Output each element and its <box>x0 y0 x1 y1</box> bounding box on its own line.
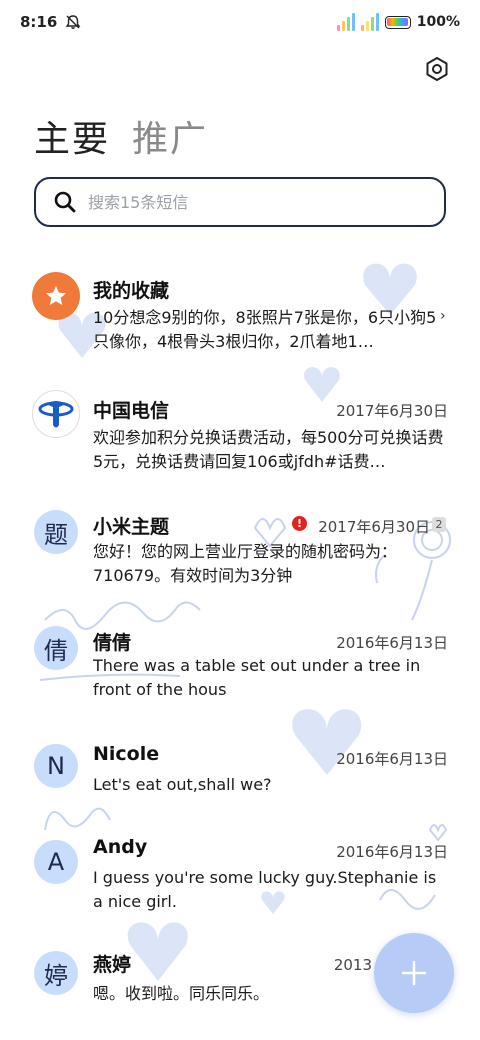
settings-button[interactable] <box>420 52 454 86</box>
plus-icon <box>401 960 427 986</box>
conversation-preview: 欢迎参加积分兑换话费活动，每500分可兑换话费5元，兑换话费请回复106或jfd… <box>93 428 444 471</box>
tab-primary[interactable]: 主要 <box>34 110 110 162</box>
avatar: 倩 <box>34 626 78 670</box>
list-item-andy[interactable]: A Andy 2016年6月13日 I guess you're some lu… <box>0 828 480 928</box>
conversation-name: 小米主题 <box>93 516 170 538</box>
conversation-preview: 10分想念9别的你，8张照片7张是你，6只小狗5只像你，4根骨头3根归你，2爪着… <box>93 308 437 351</box>
conversation-date: 2013 <box>333 956 372 974</box>
signal-icon-2 <box>360 13 379 31</box>
settings-icon <box>426 57 448 81</box>
avatar: A <box>34 840 78 884</box>
conversation-preview: Let's eat out,shall we? <box>93 775 272 794</box>
favorites-avatar <box>32 272 80 320</box>
conversation-date: 2017年6月30日 <box>336 402 448 420</box>
chevron-right-icon: › <box>440 308 446 324</box>
list-item-nicole[interactable]: N Nicole 2016年6月13日 Let's eat out,shall … <box>0 732 480 812</box>
conversation-date: 2016年6月13日 <box>336 750 448 768</box>
conversation-name: 燕婷 <box>93 954 132 976</box>
avatar: 题 <box>34 510 78 554</box>
star-icon <box>46 286 66 305</box>
china-telecom-logo <box>38 401 74 428</box>
signal-icon <box>336 13 355 31</box>
battery-percent: 100% <box>416 14 460 30</box>
conversation-name: 中国电信 <box>93 400 170 422</box>
tab-bar: 主要 推广 <box>34 110 208 162</box>
conversation-preview: There was a table set out under a tree i… <box>93 656 421 699</box>
conversation-preview: 您好！您的网上营业厅登录的随机密码为：710679。有效时间为3分钟 <box>93 542 398 585</box>
search-input[interactable] <box>88 192 408 212</box>
mute-bell-icon <box>65 14 81 30</box>
error-alert-icon: ! <box>292 516 307 531</box>
tab-promotions[interactable]: 推广 <box>132 110 208 162</box>
list-item-favorites[interactable]: 我的收藏 10分想念9别的你，8张照片7张是你，6只小狗5只像你，4根骨头3根归… <box>0 258 480 368</box>
message-count-badge: 2 <box>432 517 446 532</box>
conversation-name: 倩倩 <box>93 632 132 654</box>
status-time: 8:16 <box>20 13 58 31</box>
search-icon <box>54 191 76 213</box>
conversation-date: 2016年6月13日 <box>336 843 448 861</box>
list-item-xiaomi-themes[interactable]: 题 小米主题 ! 2017年6月30日 2 您好！您的网上营业厅登录的随机密码为… <box>0 496 480 596</box>
china-telecom-avatar <box>32 390 80 438</box>
status-bar: 8:16 100% <box>0 0 480 44</box>
conversation-name: Nicole <box>93 743 160 765</box>
search-bar[interactable] <box>34 177 446 227</box>
conversation-name: 我的收藏 <box>93 280 170 302</box>
conversation-date: 2017年6月30日 <box>318 518 430 536</box>
conversation-name: Andy <box>93 836 148 858</box>
avatar: 婷 <box>34 951 78 995</box>
list-item-china-telecom[interactable]: 中国电信 2017年6月30日 欢迎参加积分兑换话费活动，每500分可兑换话费5… <box>0 378 480 488</box>
new-message-button[interactable] <box>374 933 454 1013</box>
conversation-preview: I guess you're some lucky guy.Stephanie … <box>93 868 437 911</box>
conversation-date: 2016年6月13日 <box>336 634 448 652</box>
list-item-qianqian[interactable]: 倩 倩倩 2016年6月13日 There was a table set ou… <box>0 614 480 714</box>
battery-icon <box>384 15 411 29</box>
avatar: N <box>34 744 78 788</box>
